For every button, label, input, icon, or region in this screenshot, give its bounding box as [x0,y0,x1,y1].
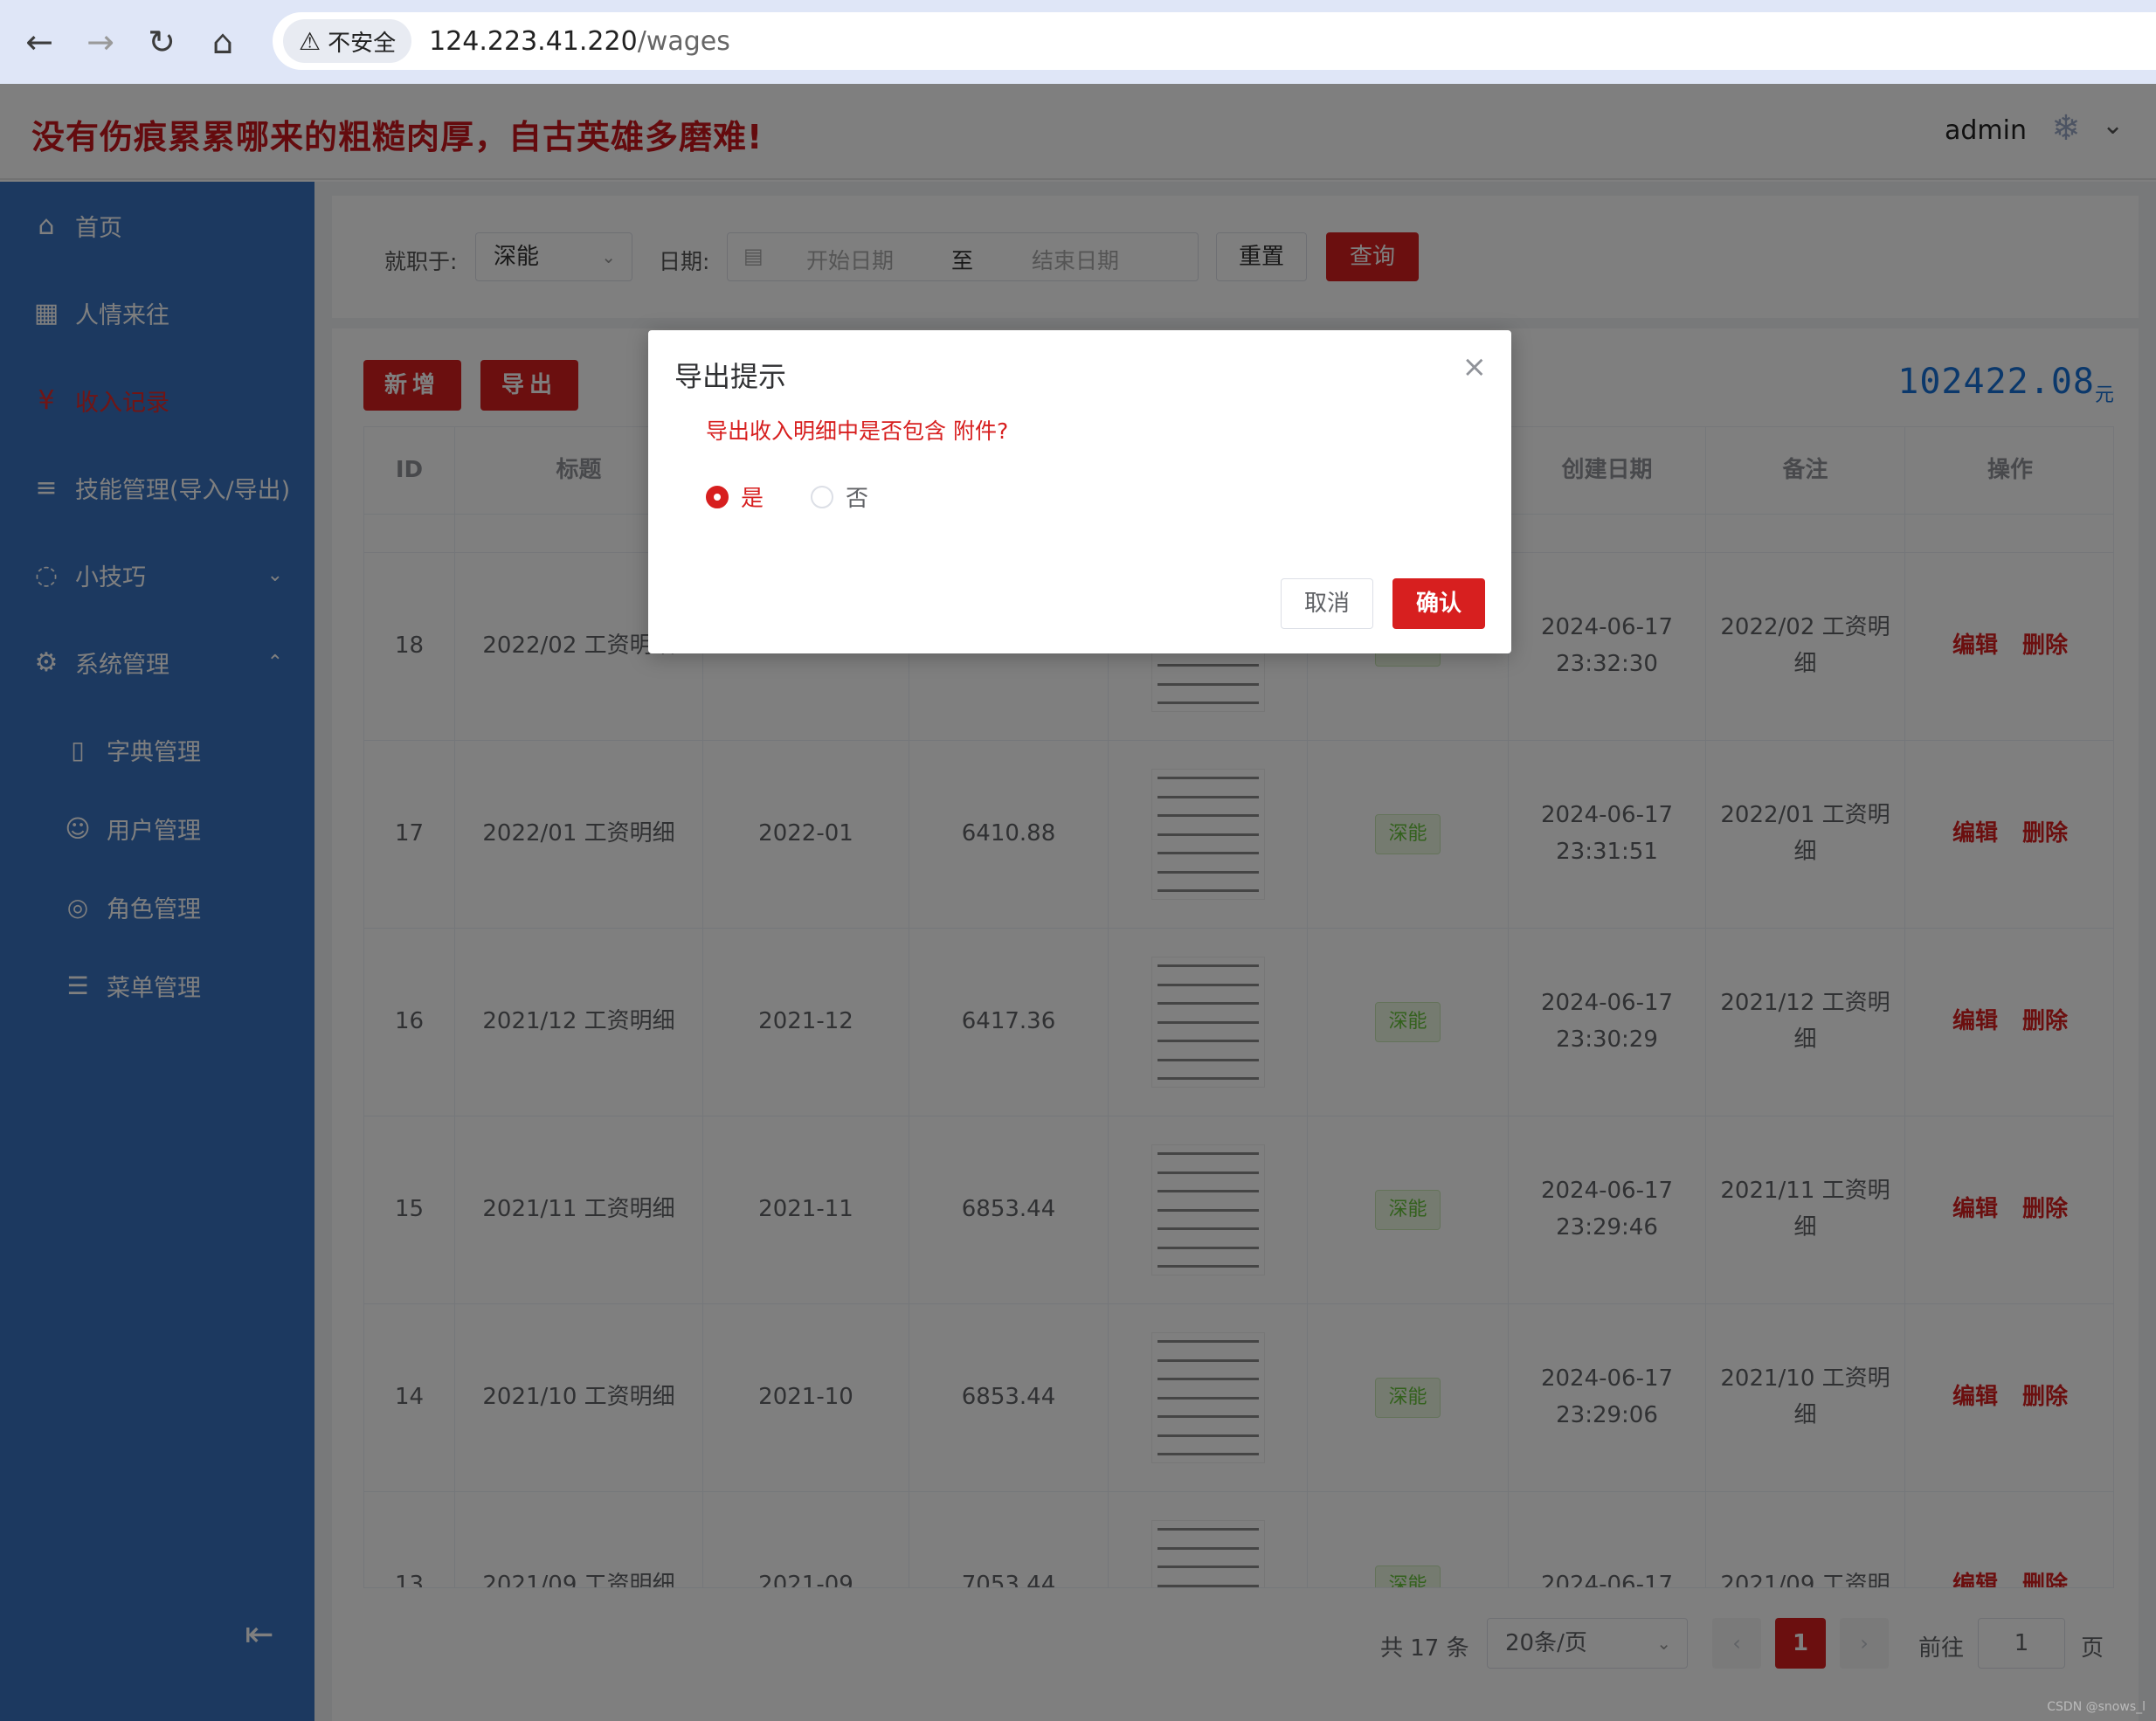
dialog-title: 导出提示 [674,360,787,393]
browser-toolbar: ← → ↻ ⌂ ⚠ 不安全 124.223.41.220/wages [0,0,2156,84]
security-chip[interactable]: ⚠ 不安全 [283,19,412,63]
cancel-button[interactable]: 取消 [1281,578,1373,629]
security-label: 不安全 [328,30,397,57]
back-icon[interactable]: ← [9,11,70,73]
home-browser-icon[interactable]: ⌂ [192,11,253,73]
radio-unchecked-icon [811,485,833,508]
radio-no-label: 否 [846,486,869,512]
export-dialog: 导出提示 × 导出收入明细中是否包含 附件? 是 否 取消 确认 [648,330,1511,653]
watermark: CSDN @snows_l [2047,1700,2146,1714]
address-bar[interactable]: ⚠ 不安全 124.223.41.220/wages [273,12,2156,70]
confirm-button[interactable]: 确认 [1392,578,1485,629]
radio-checked-icon [706,485,729,508]
close-icon[interactable]: × [1462,349,1488,384]
radio-yes[interactable]: 是 [706,480,764,513]
url-host: 124.223.41.220 [429,25,638,57]
url-path: /wages [637,25,730,57]
reload-icon[interactable]: ↻ [131,11,192,73]
url-text[interactable]: 124.223.41.220/wages [429,26,730,57]
forward-icon[interactable]: → [70,11,131,73]
radio-no[interactable]: 否 [811,480,868,513]
warning-icon: ⚠ [299,26,321,56]
dialog-question: 导出收入明细中是否包含 附件? [706,418,1009,444]
radio-yes-label: 是 [741,486,764,512]
